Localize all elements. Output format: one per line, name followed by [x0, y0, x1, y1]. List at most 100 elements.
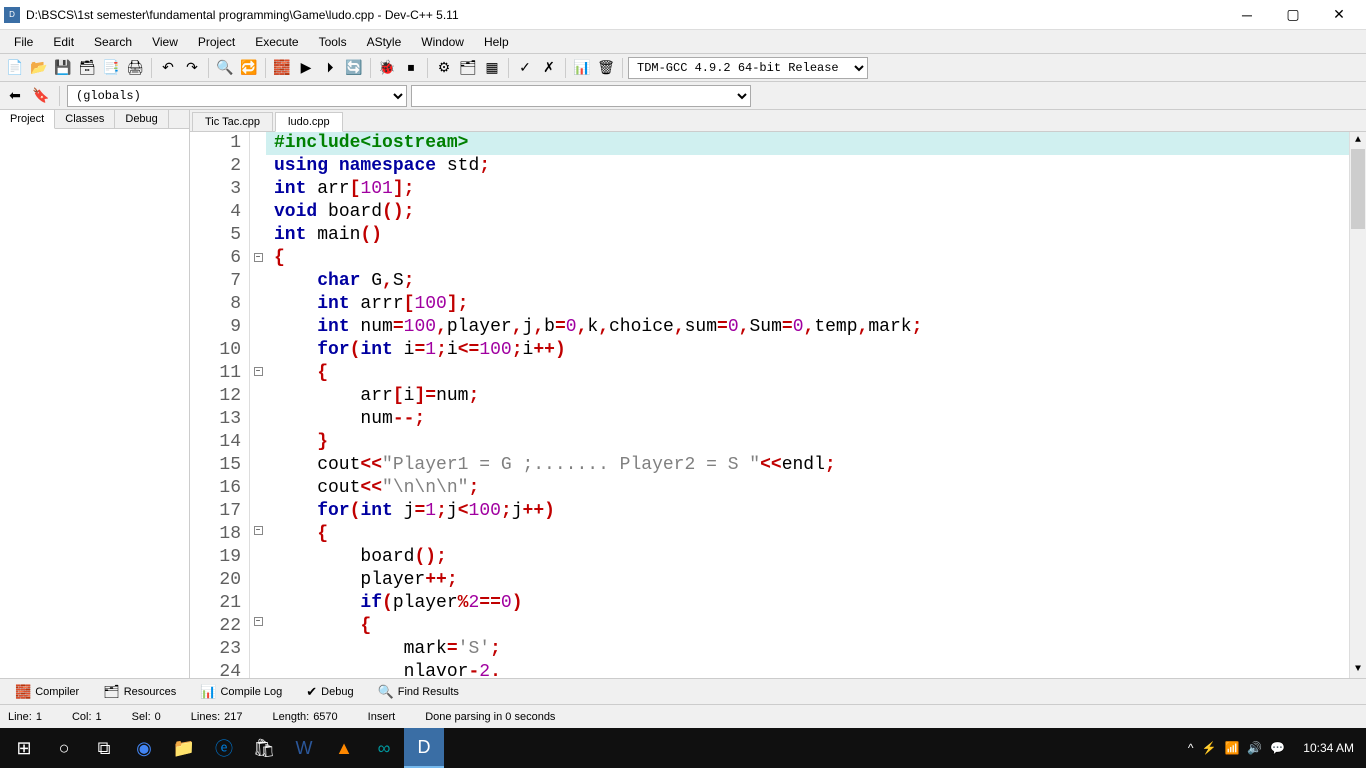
code-line[interactable]: int main() [266, 224, 1349, 247]
bottom-tab-resources[interactable]: 🗂Resources [94, 681, 185, 703]
code-line[interactable]: #include<iostream> [266, 132, 1349, 155]
taskbar-vlc-icon[interactable]: ▲ [324, 728, 364, 768]
grid-button[interactable]: ▦ [481, 57, 503, 79]
close-file-button[interactable]: 📑 [100, 57, 122, 79]
sidebar-tab-classes[interactable]: Classes [55, 110, 115, 128]
menu-view[interactable]: View [142, 33, 188, 51]
bottom-tab-debug[interactable]: ✔Debug [297, 681, 362, 703]
code-line[interactable]: char G,S; [266, 270, 1349, 293]
tray-notifications-icon[interactable]: 💬 [1270, 741, 1285, 755]
menu-window[interactable]: Window [411, 33, 474, 51]
file-tab[interactable]: ludo.cpp [275, 112, 343, 132]
cancel-x-button[interactable]: ✗ [538, 57, 560, 79]
scroll-up-arrow[interactable]: ▲ [1350, 132, 1366, 149]
run-button[interactable]: ▶ [295, 57, 317, 79]
code-line[interactable]: arr[i]=num; [266, 385, 1349, 408]
goto-back-button[interactable]: ⬅ [4, 85, 26, 107]
menu-execute[interactable]: Execute [245, 33, 308, 51]
taskbar-devcpp-icon[interactable]: D [404, 728, 444, 768]
code-line[interactable]: int arrr[100]; [266, 293, 1349, 316]
taskbar-arduino-icon[interactable]: ∞ [364, 728, 404, 768]
redo-button[interactable]: ↷ [181, 57, 203, 79]
menu-project[interactable]: Project [188, 33, 245, 51]
code-editor[interactable]: 123456789101112131415161718192021222324 … [190, 132, 1366, 678]
code-line[interactable]: { [266, 523, 1349, 546]
code-line[interactable]: int arr[101]; [266, 178, 1349, 201]
stop-button[interactable]: ⏹ [400, 57, 422, 79]
fold-toggle[interactable]: − [254, 526, 263, 535]
undo-button[interactable]: ↶ [157, 57, 179, 79]
sidebar-tab-project[interactable]: Project [0, 110, 55, 129]
menu-astyle[interactable]: AStyle [357, 33, 412, 51]
code-line[interactable]: cout<<"Player1 = G ;....... Player2 = S … [266, 454, 1349, 477]
scroll-thumb[interactable] [1351, 149, 1365, 229]
tray-network-icon[interactable]: ⚡ [1201, 741, 1216, 755]
code-line[interactable]: board(); [266, 546, 1349, 569]
taskbar-edge-icon[interactable]: ⓔ [204, 728, 244, 768]
menu-search[interactable]: Search [84, 33, 142, 51]
function-select[interactable] [411, 85, 751, 107]
code-line[interactable]: void board(); [266, 201, 1349, 224]
sidebar-tab-debug[interactable]: Debug [115, 110, 168, 128]
taskbar-word-icon[interactable]: W [284, 728, 324, 768]
bottom-tab-find-results[interactable]: 🔍Find Results [369, 681, 468, 703]
code-line[interactable]: { [266, 247, 1349, 270]
maximize-button[interactable]: ▢ [1270, 0, 1316, 30]
rebuild-button[interactable]: 🔄 [343, 57, 365, 79]
scope-select[interactable]: (globals) [67, 85, 407, 107]
print-button[interactable]: 🖨 [124, 57, 146, 79]
code-line[interactable]: if(player%2==0) [266, 592, 1349, 615]
fold-toggle[interactable]: − [254, 617, 263, 626]
close-button[interactable]: ✕ [1316, 0, 1362, 30]
minimize-button[interactable]: ─ [1224, 0, 1270, 30]
task-view-button[interactable]: ⧉ [84, 728, 124, 768]
open-file-button[interactable]: 📂 [28, 57, 50, 79]
fold-toggle[interactable]: − [254, 367, 263, 376]
taskbar-clock[interactable]: 10:34 AM [1295, 741, 1362, 755]
code-line[interactable]: { [266, 362, 1349, 385]
code-line[interactable]: { [266, 615, 1349, 638]
delete-profile-button[interactable]: 🗑 [595, 57, 617, 79]
code-line[interactable]: for(int j=1;j<100;j++) [266, 500, 1349, 523]
tray-chevron-icon[interactable]: ^ [1188, 741, 1194, 755]
vertical-scrollbar[interactable]: ▲ ▼ [1349, 132, 1366, 678]
cortana-button[interactable]: ○ [44, 728, 84, 768]
menu-file[interactable]: File [4, 33, 43, 51]
new-file-button[interactable]: 📄 [4, 57, 26, 79]
compiler-select[interactable]: TDM-GCC 4.9.2 64-bit Release [628, 57, 868, 79]
project-options-button[interactable]: ⚙ [433, 57, 455, 79]
class-browser-button[interactable]: 🗂 [457, 57, 479, 79]
code-line[interactable]: mark='S'; [266, 638, 1349, 661]
debug-button[interactable]: 🐞 [376, 57, 398, 79]
replace-button[interactable]: 🔁 [238, 57, 260, 79]
bottom-tab-compiler[interactable]: 🧱Compiler [6, 681, 88, 703]
menu-edit[interactable]: Edit [43, 33, 84, 51]
fold-toggle[interactable]: − [254, 253, 263, 262]
compile-button[interactable]: 🧱 [271, 57, 293, 79]
code-line[interactable]: } [266, 431, 1349, 454]
save-all-button[interactable]: 🗃 [76, 57, 98, 79]
save-button[interactable]: 💾 [52, 57, 74, 79]
code-line[interactable]: num--; [266, 408, 1349, 431]
goto-bookmark-button[interactable]: 🔖 [30, 85, 52, 107]
taskbar-explorer-icon[interactable]: 📁 [164, 728, 204, 768]
code-line[interactable]: player++; [266, 569, 1349, 592]
menu-help[interactable]: Help [474, 33, 519, 51]
profile-button[interactable]: 📊 [571, 57, 593, 79]
scroll-down-arrow[interactable]: ▼ [1350, 661, 1366, 678]
compile-run-button[interactable]: ⏵ [319, 57, 341, 79]
tray-volume-icon[interactable]: 🔊 [1247, 741, 1262, 755]
code-line[interactable]: nlavor-2. [266, 661, 1349, 678]
system-tray[interactable]: ^ ⚡ 📶 🔊 💬 [1178, 741, 1295, 755]
code-line[interactable]: for(int i=1;i<=100;i++) [266, 339, 1349, 362]
taskbar-store-icon[interactable]: 🛍 [244, 728, 284, 768]
check-button[interactable]: ✓ [514, 57, 536, 79]
start-button[interactable]: ⊞ [4, 728, 44, 768]
taskbar-chrome-icon[interactable]: ◉ [124, 728, 164, 768]
find-button[interactable]: 🔍 [214, 57, 236, 79]
code-line[interactable]: using namespace std; [266, 155, 1349, 178]
tray-wifi-icon[interactable]: 📶 [1224, 741, 1239, 755]
code-line[interactable]: int num=100,player,j,b=0,k,choice,sum=0,… [266, 316, 1349, 339]
code-line[interactable]: cout<<"\n\n\n"; [266, 477, 1349, 500]
code-lines[interactable]: #include<iostream>using namespace std;in… [266, 132, 1349, 678]
